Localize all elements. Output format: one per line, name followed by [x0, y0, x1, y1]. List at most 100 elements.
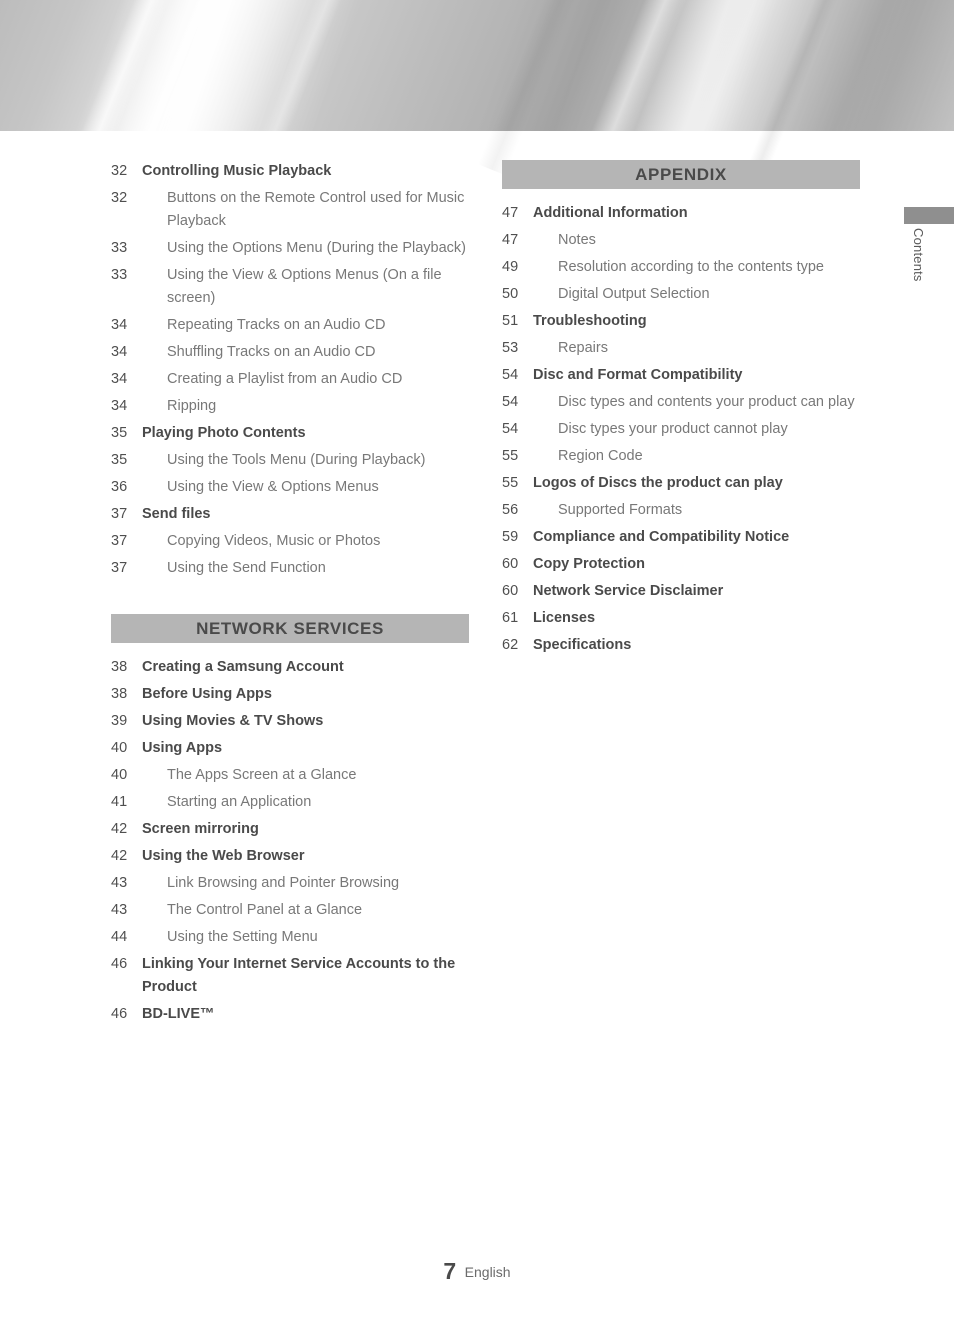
toc-entry-title: Notes — [558, 232, 596, 248]
list-item[interactable]: 54 Disc and Format Compatibility — [491, 364, 861, 387]
toc-page-number: 62 — [502, 637, 519, 653]
list-item[interactable]: 38 Before Using Apps — [100, 683, 470, 706]
toc-entry-title: Shuffling Tracks on an Audio CD — [167, 344, 376, 360]
list-item[interactable]: 46 BD-LIVE™ — [100, 1003, 470, 1026]
toc-page-number: 37 — [111, 560, 128, 576]
toc-page-number: 54 — [502, 394, 519, 410]
list-item[interactable]: 42 Screen mirroring — [100, 818, 470, 841]
list-item[interactable]: 56 Supported Formats — [491, 499, 861, 522]
toc-page-number: 43 — [111, 902, 128, 918]
list-item[interactable]: 37 Copying Videos, Music or Photos — [100, 530, 470, 553]
list-item[interactable]: 33 Using the View & Options Menus (On a … — [100, 264, 470, 310]
list-item[interactable]: 34 Shuffling Tracks on an Audio CD — [100, 341, 470, 364]
toc-page-number: 35 — [111, 452, 128, 468]
list-item[interactable]: 61 Licenses — [491, 607, 861, 630]
list-item[interactable]: 37 Using the Send Function — [100, 557, 470, 580]
list-item[interactable]: 54 Disc types your product cannot play — [491, 418, 861, 441]
toc-page-number: 44 — [111, 929, 128, 945]
toc-page-number: 41 — [111, 794, 128, 810]
list-item[interactable]: 60 Copy Protection — [491, 553, 861, 576]
toc-entry-title: Compliance and Compatibility Notice — [533, 529, 790, 545]
toc-page-number: 34 — [111, 398, 128, 414]
toc-entry-title: Send files — [142, 506, 211, 522]
toc-entry-title: Repairs — [558, 340, 608, 356]
toc-entry-title: The Control Panel at a Glance — [167, 902, 363, 918]
toc-page-number: 56 — [502, 502, 519, 518]
toc-page-number: 49 — [502, 259, 519, 275]
list-item[interactable]: 49 Resolution according to the contents … — [491, 256, 861, 279]
toc-entry-title: Network Service Disclaimer — [533, 583, 724, 599]
toc-entry-title: Starting an Application — [167, 794, 312, 810]
list-item[interactable]: 55 Logos of Discs the product can play — [491, 472, 861, 495]
toc-entry-title: Copy Protection — [533, 556, 645, 572]
page-footer: 7 English — [0, 1258, 954, 1285]
list-item[interactable]: 35 Playing Photo Contents — [100, 422, 470, 445]
list-item[interactable]: 34 Repeating Tracks on an Audio CD — [100, 314, 470, 337]
list-item[interactable]: 34 Creating a Playlist from an Audio CD — [100, 368, 470, 391]
list-item[interactable]: 59 Compliance and Compatibility Notice — [491, 526, 861, 549]
toc-page-number: 38 — [111, 686, 128, 702]
toc-entry-title: Using the Send Function — [167, 560, 326, 576]
list-item[interactable]: 38 Creating a Samsung Account — [100, 656, 470, 679]
toc-page-number: 33 — [111, 240, 128, 256]
toc-page-number: 46 — [111, 956, 128, 972]
toc-page-number: 37 — [111, 506, 128, 522]
toc-page-number: 33 — [111, 267, 128, 283]
list-item[interactable]: 40 Using Apps — [100, 737, 470, 760]
toc-page-number: 35 — [111, 425, 128, 441]
list-item[interactable]: 39 Using Movies & TV Shows — [100, 710, 470, 733]
list-item[interactable]: 40 The Apps Screen at a Glance — [100, 764, 470, 787]
toc-page-number: 32 — [111, 163, 128, 179]
toc-entry-title: Ripping — [167, 398, 217, 414]
toc-page-number: 55 — [502, 475, 519, 491]
list-item[interactable]: 35 Using the Tools Menu (During Playback… — [100, 449, 470, 472]
toc-group-continued: 32 Controlling Music Playback 32 Buttons… — [100, 160, 470, 580]
list-item[interactable]: 33 Using the Options Menu (During the Pl… — [100, 237, 470, 260]
list-item[interactable]: 42 Using the Web Browser — [100, 845, 470, 868]
list-item[interactable]: 32 Buttons on the Remote Control used fo… — [100, 187, 470, 233]
contents-tab-label: Contents — [911, 228, 926, 282]
list-item[interactable]: 34 Ripping — [100, 395, 470, 418]
toc-entry-title: Using Movies & TV Shows — [142, 713, 324, 729]
toc-group-network-services: 38 Creating a Samsung Account 38 Before … — [100, 656, 470, 1026]
list-item[interactable]: 46 Linking Your Internet Service Account… — [100, 953, 470, 999]
list-item[interactable]: 36 Using the View & Options Menus — [100, 476, 470, 499]
list-item[interactable]: 47 Additional Information — [491, 202, 861, 225]
toc-entry-title: Region Code — [558, 448, 643, 464]
list-item[interactable]: 53 Repairs — [491, 337, 861, 360]
banner-streak — [747, 0, 851, 173]
toc-page-number: 60 — [502, 583, 519, 599]
list-item[interactable]: 41 Starting an Application — [100, 791, 470, 814]
toc-page-number: 51 — [502, 313, 519, 329]
list-item[interactable]: 37 Send files — [100, 503, 470, 526]
list-item[interactable]: 47 Notes — [491, 229, 861, 252]
list-item[interactable]: 44 Using the Setting Menu — [100, 926, 470, 949]
section-header-network-services: NETWORK SERVICES — [111, 614, 469, 643]
list-item[interactable]: 43 The Control Panel at a Glance — [100, 899, 470, 922]
toc-page-number: 47 — [502, 232, 519, 248]
list-item[interactable]: 51 Troubleshooting — [491, 310, 861, 333]
toc-entry-title: Troubleshooting — [533, 313, 647, 329]
list-item[interactable]: 60 Network Service Disclaimer — [491, 580, 861, 603]
toc-entry-title: Using Apps — [142, 740, 223, 756]
toc-entry-title: Controlling Music Playback — [142, 163, 332, 179]
toc-entry-title: Disc and Format Compatibility — [533, 367, 743, 383]
toc-entry-title: Copying Videos, Music or Photos — [167, 533, 381, 549]
list-item[interactable]: 62 Specifications — [491, 634, 861, 657]
toc-page-number: 39 — [111, 713, 128, 729]
toc-group-appendix: 47 Additional Information 47 Notes 49 Re… — [491, 202, 861, 657]
toc-entry-title: Using the Tools Menu (During Playback) — [167, 452, 426, 468]
banner-streak — [127, 0, 227, 171]
list-item[interactable]: 43 Link Browsing and Pointer Browsing — [100, 872, 470, 895]
list-item[interactable]: 32 Controlling Music Playback — [100, 160, 470, 183]
list-item[interactable]: 55 Region Code — [491, 445, 861, 468]
toc-entry-title: Licenses — [533, 610, 596, 626]
toc-entry-title: Creating a Samsung Account — [142, 659, 344, 675]
header-banner-image — [0, 0, 954, 179]
list-item[interactable]: 50 Digital Output Selection — [491, 283, 861, 306]
toc-page-number: 34 — [111, 344, 128, 360]
toc-page-number: 32 — [111, 190, 128, 206]
list-item[interactable]: 54 Disc types and contents your product … — [491, 391, 861, 414]
toc-entry-title: Before Using Apps — [142, 686, 272, 702]
toc-page-number: 43 — [111, 875, 128, 891]
